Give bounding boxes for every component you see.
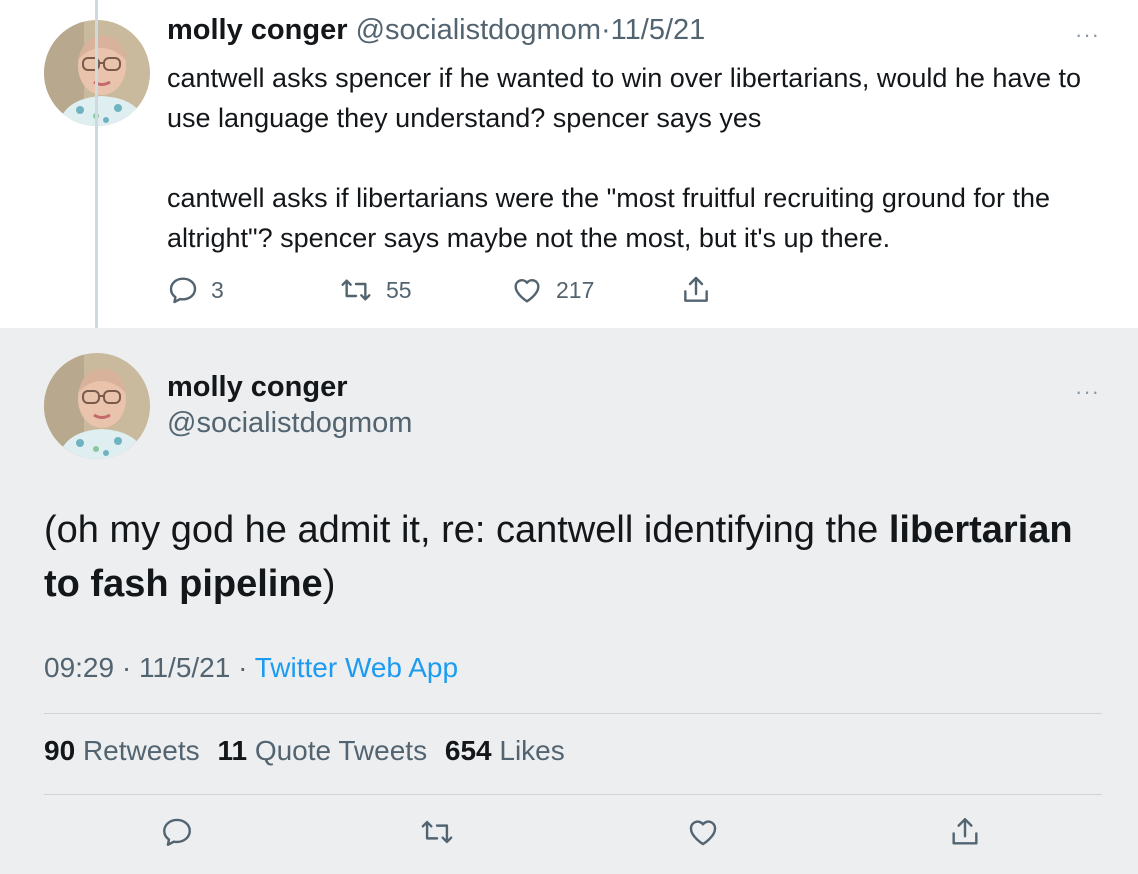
likes-stat[interactable]: 654 Likes <box>445 735 565 766</box>
share-icon <box>952 818 978 845</box>
author-handle[interactable]: @socialistdogmom <box>356 14 601 46</box>
retweets-stat[interactable]: 90 Retweets <box>44 735 200 766</box>
like-count: 217 <box>556 276 595 303</box>
tweet-source-link[interactable]: Twitter Web App <box>255 652 458 683</box>
divider <box>44 794 1102 795</box>
reply-icon <box>169 277 197 304</box>
tweet-date[interactable]: 11/5/21 <box>139 652 230 683</box>
tweet-paragraph: cantwell asks if libertarians were the "… <box>167 183 1050 253</box>
tweet-text: cantwell asks spencer if he wanted to wi… <box>167 58 1112 258</box>
tweet-text-plain-end: ) <box>322 563 336 605</box>
tweet-meta: 09:29 · 11/5/21 · Twitter Web App <box>44 652 458 684</box>
tweet-header: molly conger @socialistdogmom·11/5/21 <box>167 14 705 47</box>
tweet-paragraph: cantwell asks spencer if he wanted to wi… <box>167 63 1081 133</box>
tweet-time[interactable]: 09:29 <box>44 652 114 683</box>
retweets-count: 90 <box>44 735 76 766</box>
tweet-actions <box>0 815 1138 855</box>
quote-tweets-count: 11 <box>217 735 248 766</box>
retweet-button[interactable] <box>418 815 456 849</box>
retweets-label: Retweets <box>82 735 200 766</box>
share-button[interactable] <box>948 815 982 849</box>
divider <box>44 713 1102 714</box>
reply-icon <box>163 818 191 846</box>
likes-label: Likes <box>499 735 565 766</box>
thread-tweet[interactable]: molly conger @socialistdogmom·11/5/21 ··… <box>0 0 1138 328</box>
heart-icon <box>689 820 717 846</box>
reply-count: 3 <box>211 276 224 303</box>
tweet-date[interactable]: 11/5/21 <box>611 14 706 46</box>
like-button[interactable] <box>686 815 720 849</box>
likes-count: 654 <box>444 735 492 766</box>
retweet-count: 55 <box>386 276 412 303</box>
tweet-text: (oh my god he admit it, re: cantwell ide… <box>44 503 1104 611</box>
avatar[interactable] <box>44 353 150 459</box>
retweet-icon <box>421 820 453 844</box>
heart-icon <box>514 279 540 303</box>
quote-tweets-label: Quote Tweets <box>254 735 428 766</box>
separator-dot: · <box>121 652 132 683</box>
separator-dot: · <box>600 14 611 46</box>
share-button[interactable] <box>680 274 724 306</box>
thread-connector-line <box>95 0 98 344</box>
separator-dot: · <box>238 652 248 683</box>
retweet-icon <box>341 279 371 301</box>
more-icon[interactable]: ··· <box>1075 381 1100 403</box>
reply-button[interactable] <box>160 815 194 849</box>
tweet-stats: 90 Retweets 11 Quote Tweets 654 Likes <box>44 735 565 767</box>
author-handle[interactable]: @socialistdogmom <box>167 407 412 440</box>
author-name[interactable]: molly conger <box>167 14 348 46</box>
retweet-button[interactable]: 55 <box>338 274 412 306</box>
like-button[interactable]: 217 <box>510 274 594 306</box>
quote-tweets-stat[interactable]: 11 Quote Tweets <box>217 735 427 766</box>
tweet-text-plain: (oh my god he admit it, re: cantwell ide… <box>44 509 889 551</box>
author-name[interactable]: molly conger <box>167 371 348 404</box>
reply-button[interactable]: 3 <box>167 274 224 306</box>
share-icon <box>684 276 708 302</box>
more-icon[interactable]: ··· <box>1075 24 1100 46</box>
